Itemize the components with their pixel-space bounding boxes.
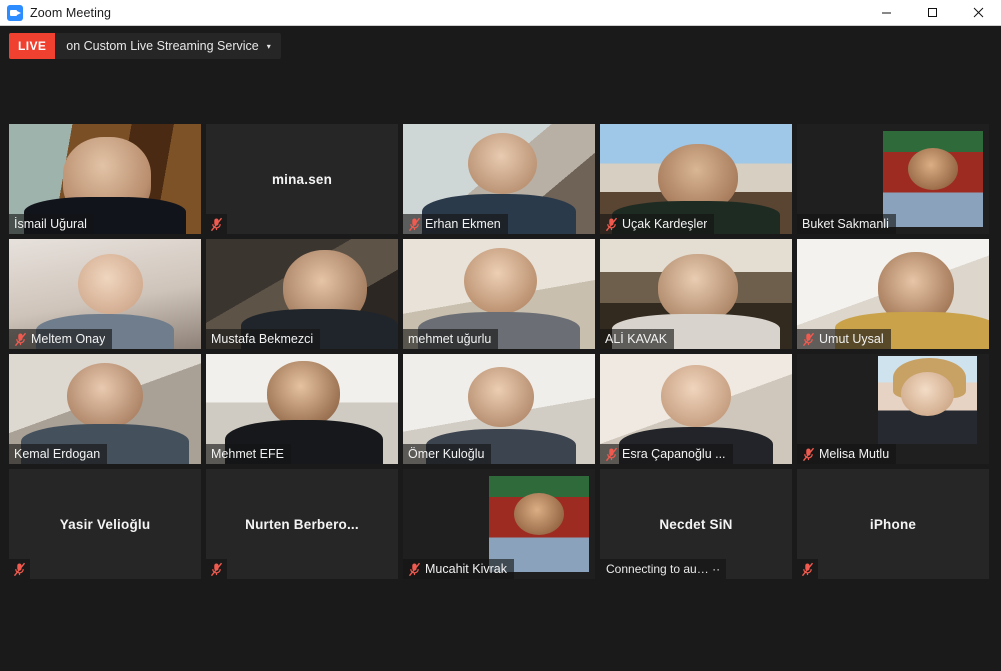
participant-nameplate: İsmail Uğural [9, 214, 94, 234]
mute-indicator [206, 559, 227, 579]
participant-tile[interactable]: Ömer Kuloğlu [403, 354, 595, 464]
participant-tile[interactable]: Necdet SiN Connecting to au… ·· [600, 469, 792, 579]
mute-mic-icon [14, 332, 27, 346]
participant-nameplate: mehmet uğurlu [403, 329, 499, 349]
participant-nameplate: Melisa Mutlu [797, 444, 897, 464]
mute-mic-icon [801, 562, 814, 576]
participant-tile[interactable]: Esra Çapanoğlu ... [600, 354, 792, 464]
gallery-row: Yasir Velioğlu Nurten Berbero... Mucahit K… [9, 469, 992, 579]
participant-name: Erhan Ekmen [425, 217, 501, 231]
participant-nameplate: Umut Uysal [797, 329, 891, 349]
participant-gallery: İsmail Uğural mina.sen Erhan Ekmen Uçak Kar… [9, 124, 992, 579]
maximize-icon[interactable] [909, 0, 955, 25]
participant-tile[interactable]: Umut Uysal [797, 239, 989, 349]
participant-nameplate: Ömer Kuloğlu [403, 444, 492, 464]
participant-tile[interactable]: Buket Sakmanli [797, 124, 989, 234]
mute-mic-icon [210, 562, 223, 576]
mute-mic-icon [605, 447, 618, 461]
participant-tile[interactable]: Melisa Mutlu [797, 354, 989, 464]
mute-mic-icon [802, 447, 815, 461]
participant-nameplate: Uçak Kardeşler [600, 214, 715, 234]
participant-name: Mucahit Kivrak [425, 562, 507, 576]
participant-nameplate: Kemal Erdogan [9, 444, 108, 464]
participant-nameplate: Erhan Ekmen [403, 214, 508, 234]
mute-mic-icon [13, 562, 26, 576]
participant-name: İsmail Uğural [14, 217, 87, 231]
participant-name: Esra Çapanoğlu ... [622, 447, 726, 461]
zoom-camera-icon [7, 4, 23, 21]
mute-mic-icon [408, 217, 421, 231]
participant-name: Melisa Mutlu [819, 447, 890, 461]
participant-tile[interactable]: Uçak Kardeşler [600, 124, 792, 234]
participant-nameplate: Buket Sakmanli [797, 214, 896, 234]
gallery-row: İsmail Uğural mina.sen Erhan Ekmen Uçak Kar… [9, 124, 992, 234]
mute-indicator [9, 559, 30, 579]
participant-nameplate: Mehmet EFE [206, 444, 291, 464]
participant-tile[interactable]: Nurten Berbero... [206, 469, 398, 579]
gallery-row: Meltem Onay Mustafa Bekmezci mehmet uğurlu… [9, 239, 992, 349]
participant-nameplate: Mustafa Bekmezci [206, 329, 321, 349]
participant-name: Umut Uysal [819, 332, 884, 346]
participant-name: Kemal Erdogan [14, 447, 101, 461]
audio-status-text: Connecting to au… ·· [600, 559, 727, 579]
participant-name: mehmet uğurlu [408, 332, 492, 346]
participant-nameplate: Meltem Onay [9, 329, 113, 349]
participant-tile[interactable]: Erhan Ekmen [403, 124, 595, 234]
window-title: Zoom Meeting [30, 5, 112, 20]
participant-tile[interactable]: Mustafa Bekmezci [206, 239, 398, 349]
live-badge: LIVE [9, 33, 56, 59]
participant-name: Meltem Onay [31, 332, 106, 346]
live-streaming-banner[interactable]: LIVE on Custom Live Streaming Service ▾ [9, 33, 281, 59]
participant-name-centered: Nurten Berbero... [245, 516, 359, 532]
participant-name-centered: mina.sen [271, 171, 333, 187]
live-service-label: on Custom Live Streaming Service [66, 39, 259, 53]
participant-tile[interactable]: Kemal Erdogan [9, 354, 201, 464]
participant-tile[interactable]: Mucahit Kivrak [403, 469, 595, 579]
gallery-row: Kemal Erdogan Mehmet EFE Ömer Kuloğlu Esra … [9, 354, 992, 464]
participant-tile[interactable]: ALİ KAVAK [600, 239, 792, 349]
participant-name-centered: Yasir Velioğlu [59, 516, 151, 532]
participant-tile[interactable]: mina.sen [206, 124, 398, 234]
mute-indicator [797, 559, 818, 579]
participant-nameplate: Esra Çapanoğlu ... [600, 444, 733, 464]
participant-tile[interactable]: mehmet uğurlu [403, 239, 595, 349]
participant-tile[interactable]: Yasir Velioğlu [9, 469, 201, 579]
participant-name: ALİ KAVAK [605, 332, 668, 346]
participant-nameplate: Mucahit Kivrak [403, 559, 514, 579]
participant-name: Uçak Kardeşler [622, 217, 708, 231]
mute-indicator [206, 214, 227, 234]
close-icon[interactable] [955, 0, 1001, 25]
mute-mic-icon [210, 217, 223, 231]
participant-name: Mustafa Bekmezci [211, 332, 314, 346]
participant-name: Ömer Kuloğlu [408, 447, 485, 461]
participant-tile[interactable]: İsmail Uğural [9, 124, 201, 234]
participant-tile[interactable]: Mehmet EFE [206, 354, 398, 464]
mute-mic-icon [408, 562, 421, 576]
participant-tile[interactable]: iPhone [797, 469, 989, 579]
participant-name-centered: iPhone [869, 516, 917, 532]
participant-nameplate: ALİ KAVAK [600, 329, 675, 349]
participant-tile[interactable]: Meltem Onay [9, 239, 201, 349]
participant-name: Buket Sakmanli [802, 217, 889, 231]
chevron-down-icon[interactable]: ▾ [267, 33, 281, 59]
window-title-bar: Zoom Meeting [0, 0, 1001, 26]
mute-mic-icon [605, 217, 618, 231]
participant-name: Mehmet EFE [211, 447, 284, 461]
mute-mic-icon [802, 332, 815, 346]
window-controls [863, 0, 1001, 25]
minimize-icon[interactable] [863, 0, 909, 25]
